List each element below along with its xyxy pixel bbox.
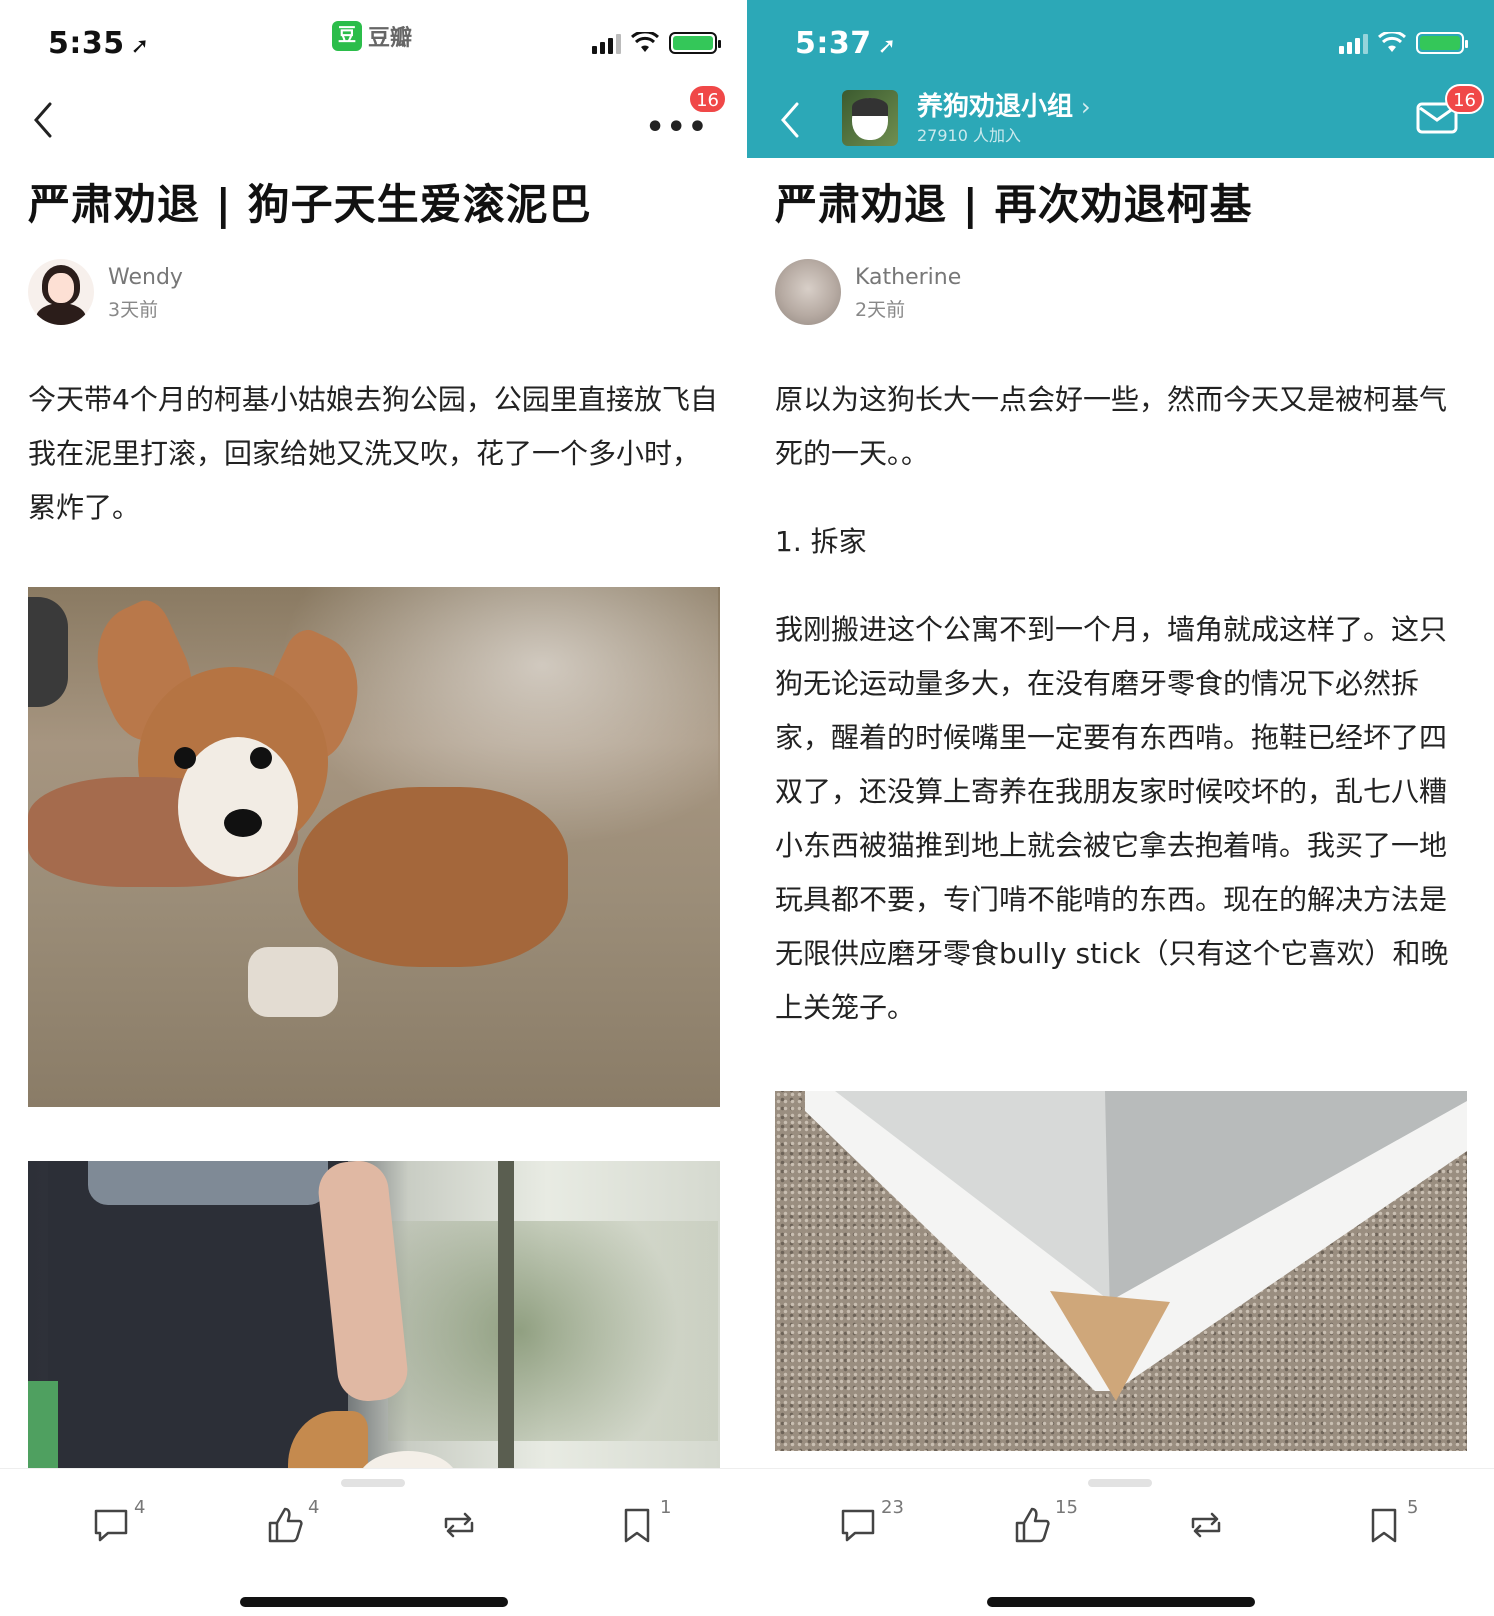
post-content: 严肃劝退 | 狗子天生爱滚泥巴 Wendy 3天前 今天带4个月的柯基小姑娘去狗… (28, 175, 720, 1481)
wifi-icon (631, 32, 659, 52)
status-time: 5:35 ➚ (48, 26, 150, 61)
right-screen: 5:37 ➚ 养狗劝退小组 › 27910 人加入 16 严肃劝退 | 再次劝退柯基… (747, 0, 1494, 1616)
comment-button[interactable]: 4 (92, 1497, 145, 1557)
status-time: 5:37 ➚ (795, 26, 897, 61)
comment-button[interactable]: 23 (839, 1497, 904, 1557)
notification-badge: 16 (688, 84, 727, 114)
home-indicator[interactable] (240, 1597, 508, 1607)
bookmark-count: 5 (1407, 1497, 1419, 1518)
reshare-icon (1191, 1512, 1221, 1538)
back-button[interactable] (775, 98, 815, 142)
battery-icon (1416, 32, 1468, 54)
action-bar: 4 4 1 (0, 1468, 747, 1616)
reshare-button[interactable] (1187, 1497, 1229, 1557)
like-count: 4 (308, 1497, 320, 1518)
status-bar: 5:35 ➚ 豆 豆瓣 (0, 0, 747, 80)
back-button[interactable] (28, 98, 68, 142)
post-intro: 原以为这狗长大一点会好一些，然而今天又是被柯基气死的一天。。 (775, 383, 1448, 470)
nav-bar: ••• 16 (0, 80, 747, 160)
post-content: 严肃劝退 | 再次劝退柯基 Katherine 2天前 原以为这狗长大一点会好一… (775, 175, 1467, 1451)
system-icons (1339, 32, 1468, 54)
post-body: 我刚搬进这个公寓不到一个月，墙角就成这样了。这只狗无论运动量多大，在没有磨牙零食… (775, 613, 1449, 1024)
comment-icon (94, 1509, 128, 1542)
comment-icon (841, 1509, 875, 1542)
more-button[interactable]: ••• (645, 110, 709, 145)
author-name[interactable]: Wendy (108, 265, 183, 290)
like-icon (1015, 1507, 1050, 1543)
status-bar: 5:37 ➚ (747, 0, 1494, 80)
post-title: 严肃劝退 | 再次劝退柯基 (775, 180, 1253, 229)
author-row[interactable]: Wendy 3天前 (28, 259, 718, 329)
location-arrow-icon: ➚ (130, 34, 150, 59)
corgi-in-water-photo[interactable] (28, 587, 720, 1107)
drag-handle[interactable] (341, 1479, 405, 1487)
author-name[interactable]: Katherine (855, 265, 961, 290)
avatar[interactable] (775, 259, 841, 325)
home-indicator[interactable] (987, 1597, 1255, 1607)
post-title: 严肃劝退 | 狗子天生爱滚泥巴 (28, 180, 592, 229)
location-arrow-icon: ➚ (877, 34, 897, 59)
drag-handle[interactable] (1088, 1479, 1152, 1487)
section-heading: 1. 拆家 (775, 525, 867, 558)
battery-icon (669, 32, 721, 54)
bookmark-icon (624, 1508, 650, 1543)
group-avatar[interactable] (842, 90, 898, 146)
app-tag: 豆 豆瓣 (332, 20, 412, 52)
group-member-count: 27910 人加入 (917, 126, 1021, 145)
author-row[interactable]: Katherine 2天前 (775, 259, 1465, 329)
post-time: 3天前 (108, 299, 159, 321)
bookmark-count: 1 (660, 1497, 672, 1518)
comment-count: 23 (881, 1497, 904, 1518)
bookmark-button[interactable]: 1 (618, 1497, 671, 1557)
group-name[interactable]: 养狗劝退小组 › (917, 86, 1091, 123)
reshare-icon (444, 1512, 474, 1538)
nav-bar: 养狗劝退小组 › 27910 人加入 16 (747, 80, 1494, 158)
avatar[interactable] (28, 259, 94, 325)
like-button[interactable]: 15 (1013, 1497, 1078, 1557)
corgi-walk-photo[interactable] (28, 1161, 720, 1481)
chevron-right-icon: › (1081, 93, 1091, 121)
comment-count: 4 (134, 1497, 146, 1518)
notification-badge: 16 (1445, 84, 1484, 114)
left-screen: 5:35 ➚ 豆 豆瓣 ••• 16 严肃劝退 | 狗子天生爱滚泥巴 Wendy … (0, 0, 747, 1616)
post-time: 2天前 (855, 299, 906, 321)
system-icons (592, 32, 721, 54)
signal-icon (1339, 32, 1368, 54)
bookmark-button[interactable]: 5 (1365, 1497, 1418, 1557)
app-tag-label: 豆瓣 (368, 26, 413, 51)
chewed-wall-corner-photo[interactable] (775, 1091, 1467, 1451)
wifi-icon (1378, 32, 1406, 52)
like-icon (268, 1507, 303, 1543)
post-body: 今天带4个月的柯基小姑娘去狗公园，公园里直接放飞自我在泥里打滚，回家给她又洗又吹… (28, 383, 718, 524)
signal-icon (592, 32, 621, 54)
like-count: 15 (1055, 1497, 1078, 1518)
reshare-button[interactable] (440, 1497, 482, 1557)
douban-logo-icon: 豆 (332, 21, 362, 51)
like-button[interactable]: 4 (266, 1497, 319, 1557)
back-chevron-icon (781, 102, 799, 138)
back-chevron-icon (34, 102, 52, 138)
action-bar: 23 15 5 (747, 1468, 1494, 1616)
bookmark-icon (1371, 1508, 1397, 1543)
